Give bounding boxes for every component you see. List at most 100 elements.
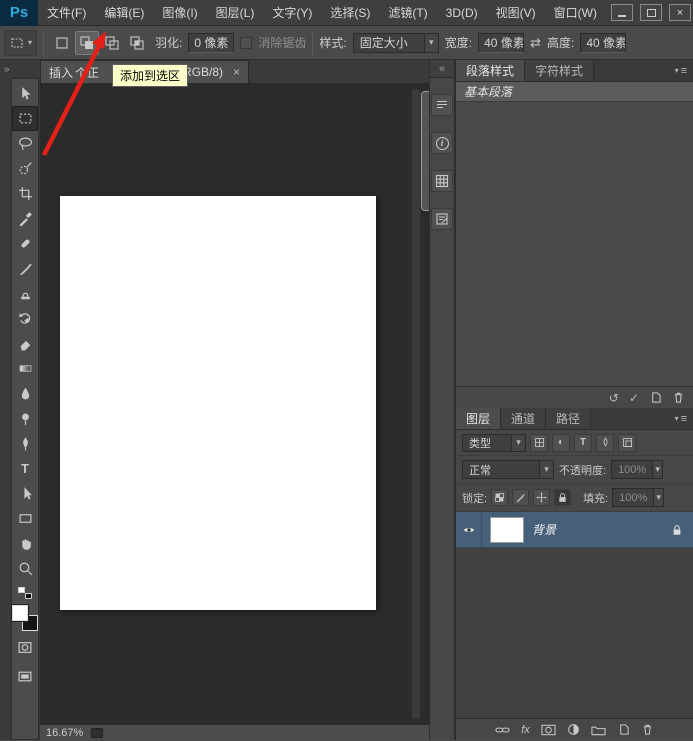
restore-button[interactable] <box>640 4 662 21</box>
zoom-tool[interactable] <box>12 556 38 581</box>
width-input[interactable]: 40 像素 <box>478 32 525 53</box>
horizontal-type-tool[interactable]: T <box>12 456 38 481</box>
lasso-tool[interactable] <box>12 131 38 156</box>
add-mask-icon[interactable] <box>541 724 556 736</box>
crop-tool[interactable] <box>12 181 38 206</box>
menu-item-0[interactable]: 文件(F) <box>38 0 95 25</box>
menu-item-1[interactable]: 编辑(E) <box>95 0 153 25</box>
link-layers-icon[interactable] <box>495 724 510 736</box>
minimize-icon <box>618 14 626 17</box>
menu-item-7[interactable]: 3D(D) <box>437 0 487 25</box>
path-selection-tool[interactable] <box>12 481 38 506</box>
color-swatches[interactable] <box>12 605 38 631</box>
lock-all-button[interactable] <box>554 489 572 506</box>
panel-menu-icon[interactable]: ▾ ≡ <box>669 408 693 429</box>
filter-type-button[interactable]: T <box>574 433 592 452</box>
paragraph-styles-panel: 段落样式 字符样式 ▾ ≡ 基本段落 ↺ ✓ <box>456 60 693 408</box>
close-button[interactable]: × <box>669 4 691 21</box>
subtract-from-selection-button[interactable] <box>100 31 124 55</box>
fill-input[interactable]: 100% ▾ <box>612 488 665 507</box>
tab-character-styles[interactable]: 字符样式 <box>525 60 595 81</box>
status-info-icon[interactable] <box>91 727 104 738</box>
menu-item-2[interactable]: 图像(I) <box>153 0 206 25</box>
scrollbar-thumb[interactable] <box>421 91 429 211</box>
new-group-icon[interactable] <box>591 724 606 736</box>
rectangle-tool[interactable] <box>12 506 38 531</box>
feather-input[interactable]: 0 像素 <box>188 32 235 53</box>
delete-layer-icon[interactable] <box>641 723 654 736</box>
vertical-scrollbar[interactable] <box>411 88 429 720</box>
list-item-basic-paragraph[interactable]: 基本段落 <box>456 82 693 102</box>
new-selection-button[interactable] <box>50 31 74 55</box>
style-select[interactable]: 固定大小 ▾ <box>352 32 439 53</box>
minimize-button[interactable] <box>611 4 633 21</box>
intersect-selection-button[interactable] <box>125 31 149 55</box>
tab-channels[interactable]: 通道 <box>501 408 547 429</box>
new-layer-icon[interactable] <box>617 723 630 736</box>
adjustment-layer-icon[interactable] <box>567 723 580 736</box>
expand-panels-toggle[interactable]: « <box>430 60 454 78</box>
tab-layers[interactable]: 图层 <box>456 408 502 429</box>
height-input[interactable]: 40 像素 <box>580 32 627 53</box>
paragraph-panel-icon[interactable] <box>431 94 453 116</box>
filter-shape-button[interactable] <box>596 433 614 452</box>
eyedropper-tool[interactable] <box>12 206 38 231</box>
menu-item-9[interactable]: 窗口(W) <box>545 0 606 25</box>
filter-adjustment-button[interactable]: ◐ <box>552 433 570 452</box>
blur-tool[interactable] <box>12 381 38 406</box>
tab-paths[interactable]: 路径 <box>546 408 592 429</box>
zoom-level[interactable]: 16.67% <box>46 727 83 739</box>
brush-tool[interactable] <box>12 256 38 281</box>
info-panel-icon[interactable]: i <box>431 132 453 154</box>
blend-mode-select[interactable]: 正常 ▾ <box>462 460 554 479</box>
hand-tool[interactable] <box>12 531 38 556</box>
foreground-color-swatch[interactable] <box>12 605 28 621</box>
screen-mode-button[interactable] <box>12 664 38 689</box>
menu-item-3[interactable]: 图层(L) <box>207 0 264 25</box>
filter-pixel-button[interactable] <box>530 433 548 452</box>
doc-close-icon[interactable]: × <box>233 65 240 79</box>
apply-check-icon[interactable]: ✓ <box>629 392 639 404</box>
lock-position-button[interactable] <box>533 489 551 506</box>
layer-visibility-toggle[interactable] <box>456 512 482 547</box>
swatches-panel-icon[interactable] <box>431 170 453 192</box>
new-style-icon[interactable] <box>649 391 662 404</box>
eraser-tool[interactable] <box>12 331 38 356</box>
filter-smart-object-button[interactable] <box>618 433 636 452</box>
toolbar-collapse-toggle[interactable]: » <box>0 60 40 78</box>
layer-thumbnail[interactable] <box>490 516 524 543</box>
move-tool[interactable] <box>12 81 38 106</box>
clone-stamp-tool[interactable] <box>12 281 38 306</box>
add-to-selection-button[interactable] <box>75 30 100 55</box>
tool-preset-picker[interactable]: ▾ <box>4 29 38 56</box>
spot-healing-brush-tool[interactable] <box>12 231 38 256</box>
pen-tool[interactable] <box>12 431 38 456</box>
dodge-tool[interactable] <box>12 406 38 431</box>
layer-row-background[interactable]: 背景 <box>456 512 693 548</box>
menu-item-5[interactable]: 选择(S) <box>321 0 379 25</box>
clear-override-icon[interactable]: ↺ <box>609 392 619 404</box>
tab-paragraph-styles[interactable]: 段落样式 <box>456 60 526 81</box>
panel-menu-icon[interactable]: ▾ ≡ <box>669 60 693 81</box>
filter-type-select[interactable]: 类型 ▾ <box>462 433 526 452</box>
layer-style-fx-icon[interactable]: fx <box>521 724 530 736</box>
menu-lines-icon: ≡ <box>680 412 687 425</box>
properties-panel-icon[interactable] <box>431 208 453 230</box>
rectangular-marquee-tool[interactable] <box>12 106 38 131</box>
document-page[interactable] <box>60 196 376 610</box>
delete-style-icon[interactable] <box>672 391 685 404</box>
quick-selection-tool[interactable] <box>12 156 38 181</box>
swap-dimensions-icon[interactable]: ⇄ <box>530 35 541 51</box>
gradient-tool[interactable] <box>12 356 38 381</box>
canvas-area[interactable] <box>40 84 429 724</box>
quick-mask-button[interactable] <box>12 635 38 660</box>
history-brush-tool[interactable] <box>12 306 38 331</box>
opacity-input[interactable]: 100% ▾ <box>611 460 664 479</box>
menu-item-4[interactable]: 文字(Y) <box>263 0 321 25</box>
default-colors-icon[interactable] <box>18 587 32 599</box>
menu-item-8[interactable]: 视图(V) <box>487 0 545 25</box>
lock-transparency-button[interactable] <box>491 489 509 506</box>
lock-pixels-button[interactable] <box>512 489 530 506</box>
antialias-checkbox[interactable] <box>240 36 253 49</box>
menu-item-6[interactable]: 滤镜(T) <box>379 0 436 25</box>
